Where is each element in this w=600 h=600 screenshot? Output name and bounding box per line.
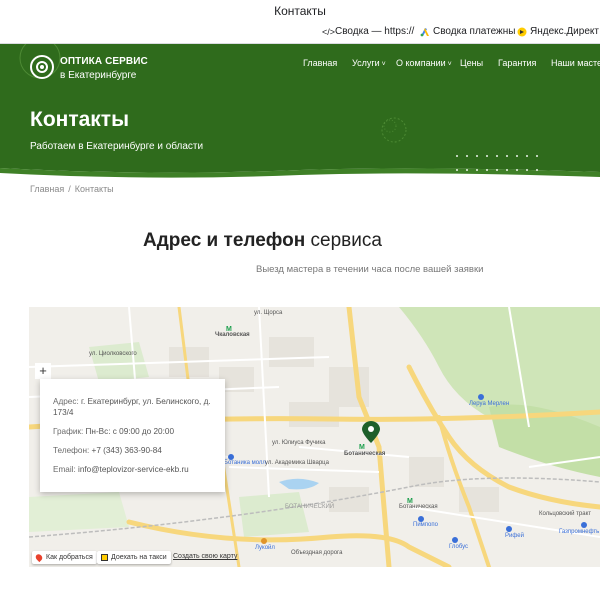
- logo-crosshair-icon[interactable]: [30, 55, 54, 79]
- bookmarks-bar: </> Сводка — https:// Сводка платежны Ян…: [0, 22, 600, 60]
- contact-phone: Телефон: +7 (343) 363-90-84: [53, 446, 162, 455]
- nav-warranty[interactable]: Гарантия: [498, 58, 536, 68]
- google-ads-icon: [420, 27, 429, 36]
- breadcrumb: Главная / Контакты: [30, 184, 114, 194]
- svg-text:M: M: [359, 444, 365, 451]
- nav-about[interactable]: О компании ˅: [396, 58, 452, 68]
- phone-link[interactable]: +7 (343) 363-90-84: [92, 446, 162, 455]
- nav-masters[interactable]: Наши масте: [551, 58, 600, 68]
- brand-name[interactable]: ОПТИКА СЕРВИС: [60, 56, 148, 67]
- bookmark-yandex-direct[interactable]: Яндекс.Директ -: [517, 26, 600, 37]
- brand-city[interactable]: в Екатеринбурге: [60, 70, 136, 81]
- bookmark-svodka[interactable]: </> Сводка — https://: [322, 26, 414, 37]
- create-map-link[interactable]: Создать свою карту: [173, 553, 237, 560]
- map-label-poi: Рифей: [505, 533, 524, 539]
- chevron-down-icon: ˅: [445, 61, 452, 68]
- breadcrumb-home[interactable]: Главная: [30, 184, 64, 194]
- nav-services[interactable]: Услуги ˅: [352, 58, 386, 68]
- contact-card: Адрес: г. Екатеринбург, ул. Белинского, …: [40, 379, 225, 492]
- map-label-metro: Ботаническая: [399, 504, 438, 510]
- map-label-street: Кольцовский тракт: [539, 511, 592, 517]
- browser-tab-title: Контакты: [0, 0, 600, 22]
- taxi-icon: [101, 554, 108, 561]
- map-label-poi: Глобус: [449, 544, 469, 550]
- route-button[interactable]: Как добраться: [32, 551, 97, 564]
- nav-prices[interactable]: Цены: [460, 58, 483, 68]
- route-pin-icon: [34, 552, 44, 563]
- map-label-street: Объездная дорога: [291, 550, 343, 556]
- contact-email: Email: info@teplovizor-service-ekb.ru: [53, 465, 189, 474]
- map-label-poi: Газпромнефть: [559, 529, 600, 535]
- section-title: Адрес и телефон сервиса: [143, 230, 382, 251]
- yandex-map[interactable]: MMM Чкаловская Ботаническая Ботаническая…: [29, 307, 600, 567]
- map-label-street: ул. Щорса: [254, 310, 283, 316]
- map-label-metro: Ботаническая: [344, 451, 386, 457]
- map-label-street: ул. Циолковского: [89, 351, 137, 357]
- map-label-poi: Пимпопо: [413, 522, 438, 528]
- contact-schedule: График: Пн-Вс: с 09:00 до 20:00: [53, 427, 174, 436]
- page-subtitle: Работаем в Екатеринбурге и области: [30, 141, 204, 152]
- taxi-button[interactable]: Доехать на такси: [97, 551, 171, 564]
- code-icon: </>: [322, 26, 336, 37]
- page-title: Контакты: [30, 108, 130, 131]
- section-subtitle: Выезд мастера в течении часа после вашей…: [256, 264, 484, 275]
- zoom-in-button[interactable]: +: [35, 363, 51, 379]
- map-label-street: ул. Юлиуса Фучика: [272, 440, 326, 446]
- map-label-metro: Чкаловская: [215, 332, 250, 338]
- bookmark-svodka-payments[interactable]: Сводка платежны: [420, 26, 515, 37]
- map-label-poi: Лукойл: [255, 545, 275, 551]
- map-label-poi: Ботаника молл: [224, 460, 266, 466]
- nav-home[interactable]: Главная: [303, 58, 337, 68]
- map-label-poi: Леруа Мерлен: [469, 401, 510, 407]
- contact-address: Адрес: г. Екатеринбург, ул. Белинского, …: [53, 397, 211, 417]
- breadcrumb-current: Контакты: [74, 184, 114, 194]
- map-label-street: ул. Академика Шварца: [265, 460, 329, 466]
- yandex-direct-icon: [517, 27, 527, 36]
- chevron-down-icon: ˅: [379, 61, 386, 68]
- email-link[interactable]: info@teplovizor-service-ekb.ru: [78, 465, 189, 474]
- map-label-district: БОТАНИЧЕСКИЙ: [285, 504, 335, 510]
